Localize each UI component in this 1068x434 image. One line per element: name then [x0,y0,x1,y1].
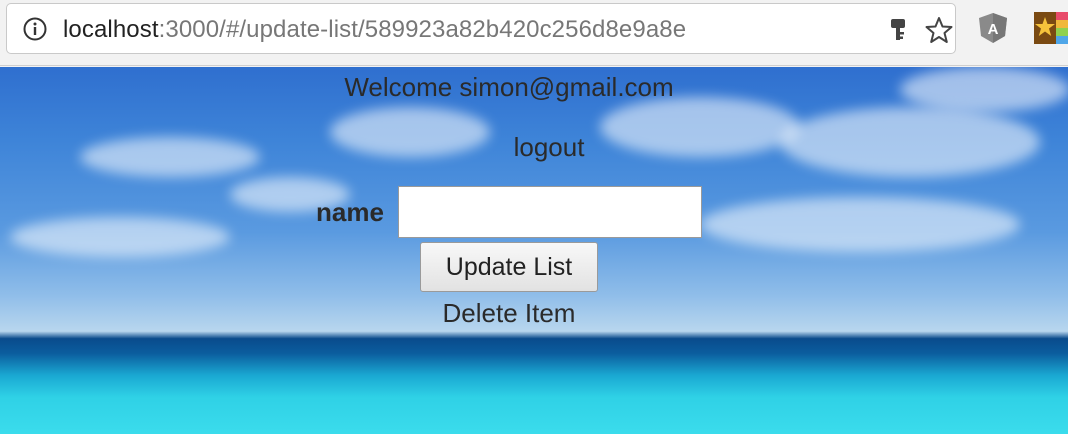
update-list-button[interactable]: Update List [420,242,598,292]
main-content: Welcome simon@gmail.com logout name Upda… [0,67,1068,434]
star-icon[interactable] [925,16,953,44]
address-bar[interactable]: localhost:3000/#/update-list/589923a82b4… [6,3,956,54]
welcome-message: Welcome simon@gmail.com [344,72,674,102]
url-path: :3000/#/update-list/589923a82b420c256d8e… [158,16,687,43]
svg-text:A: A [988,21,999,38]
name-input[interactable] [398,186,702,238]
page-viewport: Welcome simon@gmail.com logout name Upda… [0,67,1068,434]
url-host: localhost [63,16,159,43]
delete-item-link[interactable]: Delete Item [0,298,1018,329]
bookmark-extension-icon[interactable] [1034,12,1068,44]
key-icon[interactable] [887,17,909,43]
browser-toolbar: localhost:3000/#/update-list/589923a82b4… [0,0,1068,66]
url-text[interactable]: localhost:3000/#/update-list/589923a82b4… [63,15,686,45]
name-label: name [316,197,384,227]
info-icon[interactable] [23,17,47,41]
angular-extension-icon[interactable]: A [978,12,1008,44]
logout-link[interactable]: logout [0,132,1068,163]
